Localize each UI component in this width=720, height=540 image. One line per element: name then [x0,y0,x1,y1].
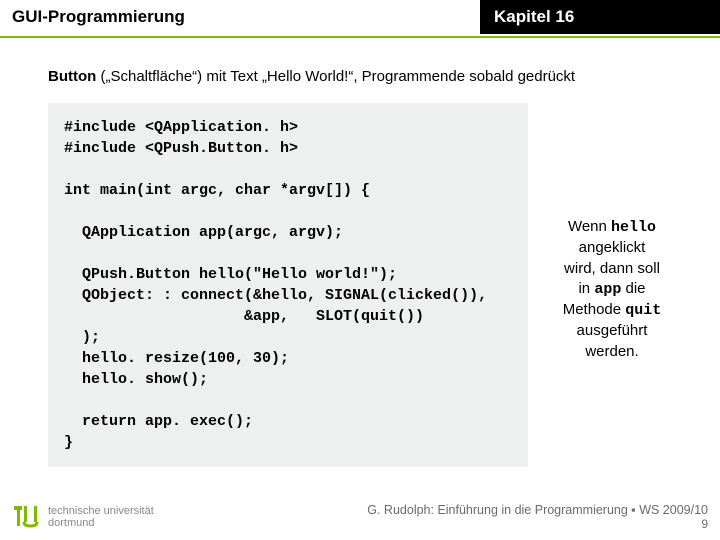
credit-text: G. Rudolph: Einführung in die Programmie… [367,503,708,517]
note-l5a: Methode [563,301,626,318]
uni-line1: technische universität [48,505,154,517]
code-row: #include <QApplication. h> #include <QPu… [48,103,688,467]
tu-logo-icon [12,502,42,532]
note-l4a: in [578,280,594,297]
intro-rest: („Schaltfläche“) mit Text „Hello World!“… [96,68,575,85]
note-quit: quit [625,302,661,319]
note-l2: angeklickt [579,239,646,256]
footer: technische universität dortmund G. Rudol… [0,502,720,532]
page-number: 9 [367,517,708,531]
intro-bold: Button [48,68,96,85]
note-l3: wird, dann soll [564,260,660,277]
slide-header: GUI-Programmierung Kapitel 16 [0,0,720,34]
note-hello: hello [611,219,656,236]
note-app: app [594,281,621,298]
note-l6: ausgeführt [577,322,648,339]
note-l7: werden. [585,343,638,360]
university-logo: technische universität dortmund [12,502,154,532]
code-block: #include <QApplication. h> #include <QPu… [48,103,528,467]
intro-text: Button („Schaltfläche“) mit Text „Hello … [48,68,688,85]
slide-content: Button („Schaltfläche“) mit Text „Hello … [0,38,720,467]
note-l4c: die [621,280,645,297]
university-name: technische universität dortmund [48,505,154,529]
footer-credit: G. Rudolph: Einführung in die Programmie… [367,503,708,531]
header-right: Kapitel 16 [480,0,720,34]
header-left: GUI-Programmierung [0,0,480,34]
uni-line2: dortmund [48,517,94,529]
side-note: Wenn hello angeklickt wird, dann soll in… [542,217,682,362]
note-l1a: Wenn [568,218,611,235]
